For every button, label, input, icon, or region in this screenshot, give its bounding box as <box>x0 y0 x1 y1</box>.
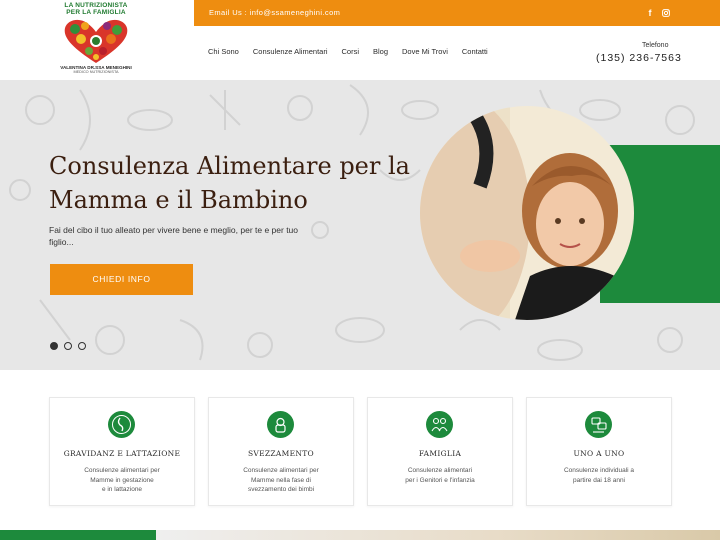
footer-image-strip <box>156 530 720 540</box>
logo-line-1: LA NUTRIZIONISTA <box>64 2 128 9</box>
chiedi-info-button[interactable]: CHIEDI INFO <box>50 264 193 295</box>
service-text: Consulenze alimentari per Mamme nella fa… <box>243 467 319 493</box>
hero-title: Consulenza Alimentare per la Mamma e il … <box>49 152 410 214</box>
service-card-svezzamento[interactable]: SVEZZAMENTO Consulenze alimentari per Ma… <box>208 397 354 506</box>
nav-item-corsi[interactable]: Corsi <box>341 47 359 56</box>
nav-item-dove-mi-trovi[interactable]: Dove Mi Trovi <box>402 47 448 56</box>
service-title: UNO A UNO <box>573 449 625 458</box>
slider-dot-3[interactable] <box>78 342 86 350</box>
service-title: FAMIGLIA <box>418 449 462 458</box>
service-card-gravidanza[interactable]: GRAVIDANZ E LATTAZIONE Consulenze alimen… <box>49 397 195 506</box>
main-nav: Chi Sono Consulenze Alimentari Corsi Blo… <box>208 47 502 56</box>
footer-green-strip <box>0 530 156 540</box>
nav-item-contatti[interactable]: Contatti <box>462 47 488 56</box>
service-title: GRAVIDANZ E LATTAZIONE <box>63 449 181 458</box>
logo-role: MEDICO NUTRIZIONISTA <box>73 70 119 74</box>
services-section: GRAVIDANZ E LATTAZIONE Consulenze alimen… <box>0 370 720 530</box>
nav-item-consulenze[interactable]: Consulenze Alimentari <box>253 47 328 56</box>
instagram-icon[interactable] <box>661 7 671 19</box>
service-title: SVEZZAMENTO <box>247 449 315 458</box>
service-text: Consulenze individuali a partire dai 18 … <box>563 467 635 484</box>
hero-photo <box>420 106 634 320</box>
baby-bottle-icon <box>267 411 294 438</box>
hero-slider: Consulenza Alimentare per la Mamma e il … <box>0 80 720 370</box>
slider-dot-2[interactable] <box>64 342 72 350</box>
family-icon <box>426 411 453 438</box>
heart-logo-icon <box>64 19 128 64</box>
hero-text: Fai del cibo il tuo alleato per vivere b… <box>49 225 299 247</box>
site-header: LA NUTRIZIONISTA PER LA FAMIGLIA VALENTI… <box>0 0 720 80</box>
email-link[interactable]: Email Us : info@ssameneghini.com <box>209 8 340 17</box>
logo-line-2: PER LA FAMIGLIA <box>66 9 126 16</box>
logo[interactable]: LA NUTRIZIONISTA PER LA FAMIGLIA VALENTI… <box>52 2 140 78</box>
mother-child-illustration <box>420 106 634 320</box>
slider-dot-1[interactable] <box>50 342 58 350</box>
nav-item-chi-sono[interactable]: Chi Sono <box>208 47 239 56</box>
phone-number[interactable]: (135) 236-7563 <box>596 52 682 64</box>
service-card-uno-a-uno[interactable]: UNO A UNO Consulenze individuali a parti… <box>526 397 672 506</box>
phone-label: Telefono <box>642 42 669 49</box>
top-bar: Email Us : info@ssameneghini.com f <box>194 0 720 26</box>
service-text: Consulenze alimentari per Mamme in gesta… <box>84 467 160 493</box>
service-text: Consulenze alimentari per i Genitori e l… <box>405 467 475 484</box>
nav-item-blog[interactable]: Blog <box>373 47 388 56</box>
pregnancy-icon <box>108 411 135 438</box>
facebook-icon[interactable]: f <box>645 7 655 19</box>
service-card-famiglia[interactable]: FAMIGLIA Consulenze alimentari per i Gen… <box>367 397 513 506</box>
consultation-icon <box>585 411 612 438</box>
